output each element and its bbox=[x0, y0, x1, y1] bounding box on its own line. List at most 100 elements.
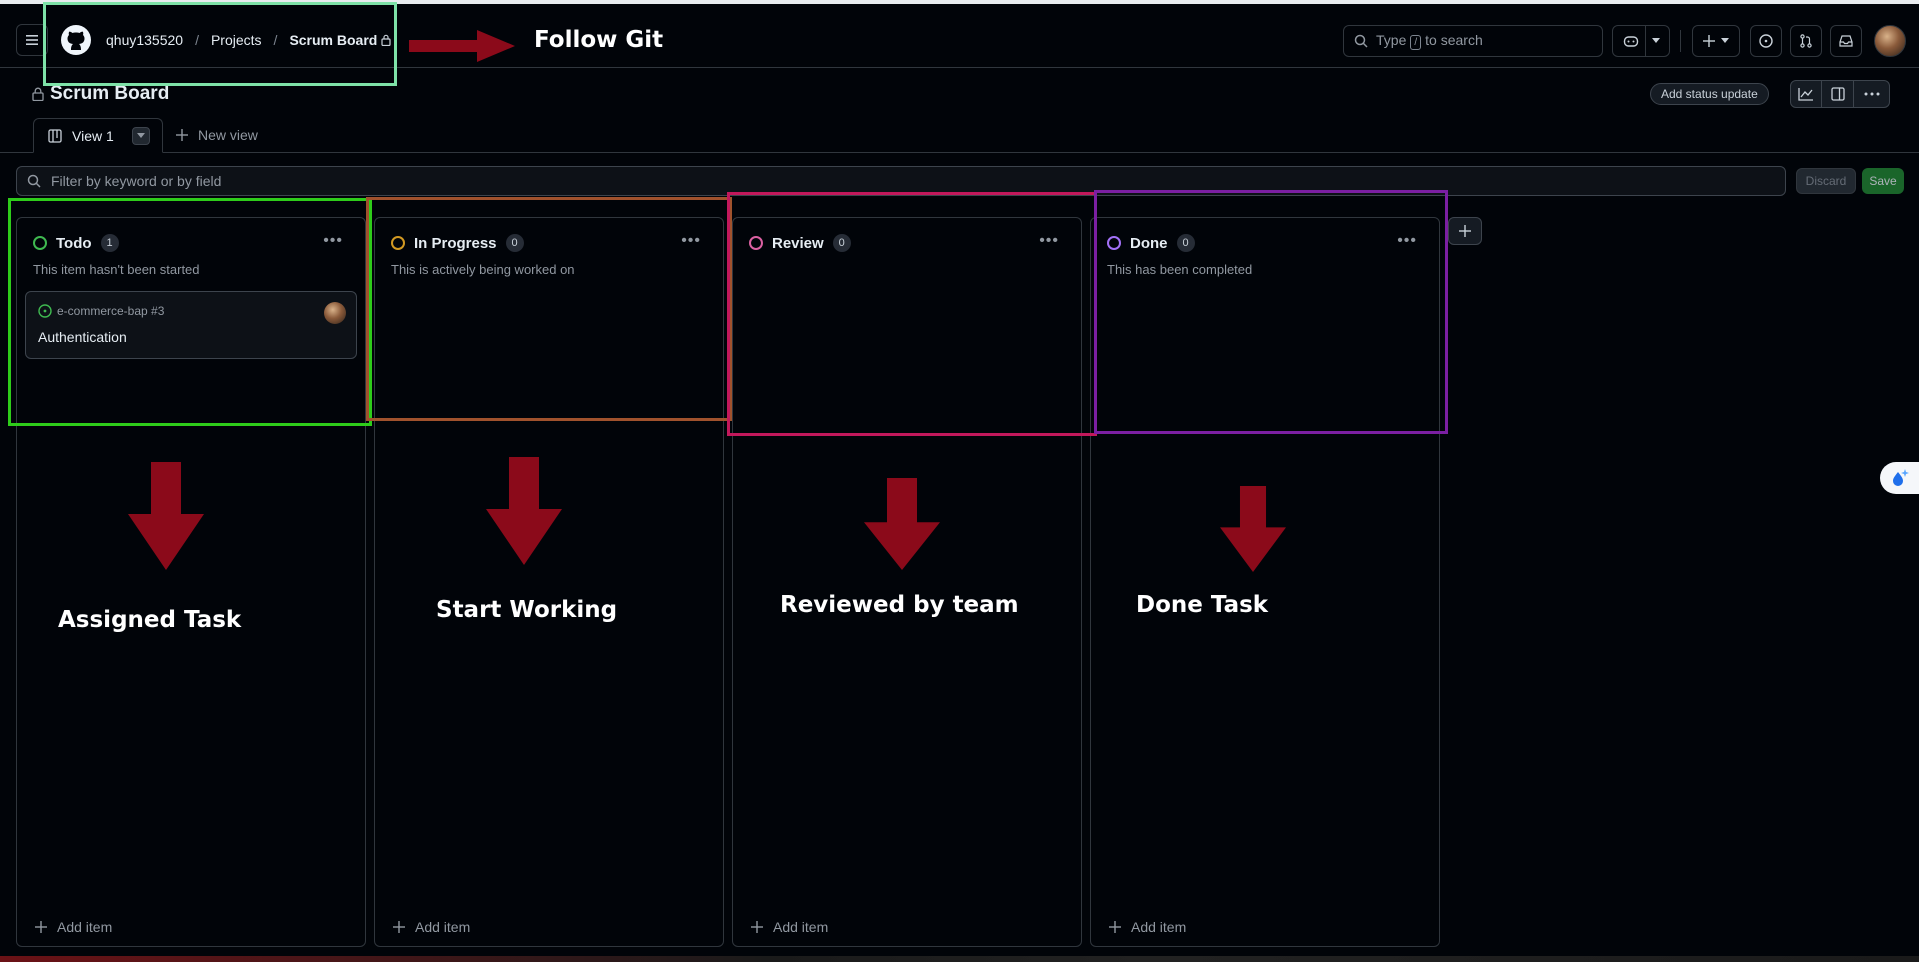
column-name: Todo bbox=[56, 234, 92, 252]
column-name: In Progress bbox=[414, 234, 497, 252]
plus-icon bbox=[176, 129, 188, 141]
plus-icon bbox=[751, 921, 763, 933]
add-item-label: Add item bbox=[415, 919, 471, 935]
sidebar-icon bbox=[1830, 87, 1845, 101]
status-circle-icon bbox=[1107, 236, 1121, 250]
annotation-follow-git: Follow Git bbox=[534, 27, 664, 53]
floating-assistant-button[interactable] bbox=[1880, 462, 1919, 494]
column-menu-icon[interactable]: ••• bbox=[1039, 232, 1059, 250]
board-column-done: Done 0 ••• This has been completed Add i… bbox=[1090, 217, 1440, 947]
search-input[interactable]: Type / to search bbox=[1343, 25, 1603, 57]
search-prefix: Type bbox=[1376, 32, 1407, 48]
assignee-avatar[interactable] bbox=[324, 302, 346, 324]
search-icon bbox=[27, 174, 41, 188]
column-name: Review bbox=[772, 234, 824, 252]
view-options-button[interactable] bbox=[131, 126, 150, 145]
card-title[interactable]: Authentication bbox=[38, 329, 127, 345]
create-new-button[interactable] bbox=[1692, 25, 1740, 57]
search-suffix: to search bbox=[1425, 32, 1483, 48]
issue-icon bbox=[1759, 34, 1773, 48]
add-item-button[interactable]: Add item bbox=[35, 919, 112, 935]
global-header: qhuy135520 / Projects / Scrum Board Type… bbox=[0, 4, 1919, 68]
column-menu-icon[interactable]: ••• bbox=[323, 232, 343, 250]
issues-button[interactable] bbox=[1750, 25, 1782, 57]
plus-icon bbox=[1459, 225, 1471, 237]
breadcrumb-separator: / bbox=[273, 32, 278, 48]
lock-icon bbox=[32, 87, 44, 101]
breadcrumb: qhuy135520 / Projects / Scrum Board bbox=[106, 32, 391, 48]
chevron-down-icon bbox=[136, 132, 145, 138]
graph-icon bbox=[1798, 88, 1813, 101]
column-menu-icon[interactable]: ••• bbox=[1397, 232, 1417, 250]
insights-button[interactable] bbox=[1790, 80, 1822, 108]
status-circle-icon bbox=[33, 236, 47, 250]
board-column-in-progress: In Progress 0 ••• This is actively being… bbox=[374, 217, 724, 947]
breadcrumb-project[interactable]: Scrum Board bbox=[289, 32, 391, 48]
add-column-button[interactable] bbox=[1448, 217, 1482, 245]
arrow-right-icon bbox=[409, 30, 515, 62]
tab-label: View 1 bbox=[72, 127, 114, 144]
tab-view-1[interactable]: View 1 bbox=[33, 118, 163, 153]
status-circle-icon bbox=[391, 236, 405, 250]
column-header: Done 0 bbox=[1107, 234, 1195, 252]
sparkle-drop-icon bbox=[1893, 469, 1909, 486]
copilot-divider bbox=[1644, 25, 1646, 57]
add-status-update-button[interactable]: Add status update bbox=[1650, 83, 1769, 105]
column-header: In Progress 0 bbox=[391, 234, 524, 252]
plus-icon bbox=[35, 921, 47, 933]
column-description: This is actively being worked on bbox=[391, 262, 575, 277]
plus-icon bbox=[393, 921, 405, 933]
new-view-button[interactable]: New view bbox=[176, 127, 258, 143]
user-avatar[interactable] bbox=[1874, 25, 1906, 57]
page-title: Scrum Board bbox=[32, 83, 169, 105]
annotation-done-task: Done Task bbox=[1136, 592, 1269, 618]
arrow-down-icon bbox=[864, 478, 940, 570]
column-count: 0 bbox=[1176, 234, 1195, 252]
board-icon bbox=[48, 128, 62, 143]
chevron-down-icon bbox=[1651, 38, 1660, 43]
breadcrumb-owner[interactable]: qhuy135520 bbox=[106, 32, 183, 48]
discard-button[interactable]: Discard bbox=[1796, 168, 1856, 194]
status-circle-icon bbox=[749, 236, 763, 250]
copilot-button[interactable] bbox=[1612, 25, 1670, 57]
column-header: Todo 1 bbox=[33, 234, 119, 252]
save-button[interactable]: Save bbox=[1862, 168, 1904, 194]
side-panel-button[interactable] bbox=[1822, 80, 1854, 108]
breadcrumb-projects[interactable]: Projects bbox=[211, 32, 262, 48]
pull-request-icon bbox=[1800, 34, 1812, 48]
copilot-icon bbox=[1623, 36, 1638, 47]
column-menu-icon[interactable]: ••• bbox=[681, 232, 701, 250]
more-options-button[interactable] bbox=[1854, 80, 1890, 108]
arrow-down-icon bbox=[486, 457, 562, 565]
column-description: This has been completed bbox=[1107, 262, 1253, 277]
column-header: Review 0 bbox=[749, 234, 851, 252]
taskbar-strip bbox=[0, 956, 1919, 962]
column-count: 0 bbox=[832, 234, 851, 252]
search-icon bbox=[1354, 34, 1368, 48]
add-item-button[interactable]: Add item bbox=[751, 919, 828, 935]
project-title: Scrum Board bbox=[50, 83, 170, 104]
chevron-down-icon bbox=[1721, 38, 1729, 43]
arrow-down-icon bbox=[1220, 486, 1286, 572]
annotation-start-working: Start Working bbox=[436, 597, 618, 623]
inbox-button[interactable] bbox=[1830, 25, 1862, 57]
github-logo-icon[interactable] bbox=[60, 24, 92, 56]
search-shortcut-key: / bbox=[1410, 35, 1422, 50]
hamburger-icon bbox=[26, 35, 38, 45]
board-card[interactable]: e-commerce-bap #3 Authentication bbox=[25, 291, 357, 359]
menu-button[interactable] bbox=[16, 24, 48, 56]
arrow-down-icon bbox=[128, 462, 204, 570]
column-description: This item hasn't been started bbox=[33, 262, 200, 277]
filter-input[interactable]: Filter by keyword or by field bbox=[16, 166, 1786, 196]
card-repo-label: e-commerce-bap #3 bbox=[57, 304, 165, 318]
pull-requests-button[interactable] bbox=[1790, 25, 1822, 57]
kebab-horizontal-icon bbox=[1864, 92, 1879, 96]
search-placeholder: Type / to search bbox=[1376, 32, 1483, 50]
column-count: 1 bbox=[100, 234, 119, 252]
add-item-button[interactable]: Add item bbox=[393, 919, 470, 935]
add-item-label: Add item bbox=[57, 919, 113, 935]
add-item-button[interactable]: Add item bbox=[1109, 919, 1186, 935]
board-column-review: Review 0 ••• Add item bbox=[732, 217, 1082, 947]
breadcrumb-separator: / bbox=[195, 32, 199, 48]
filter-placeholder: Filter by keyword or by field bbox=[51, 173, 222, 189]
